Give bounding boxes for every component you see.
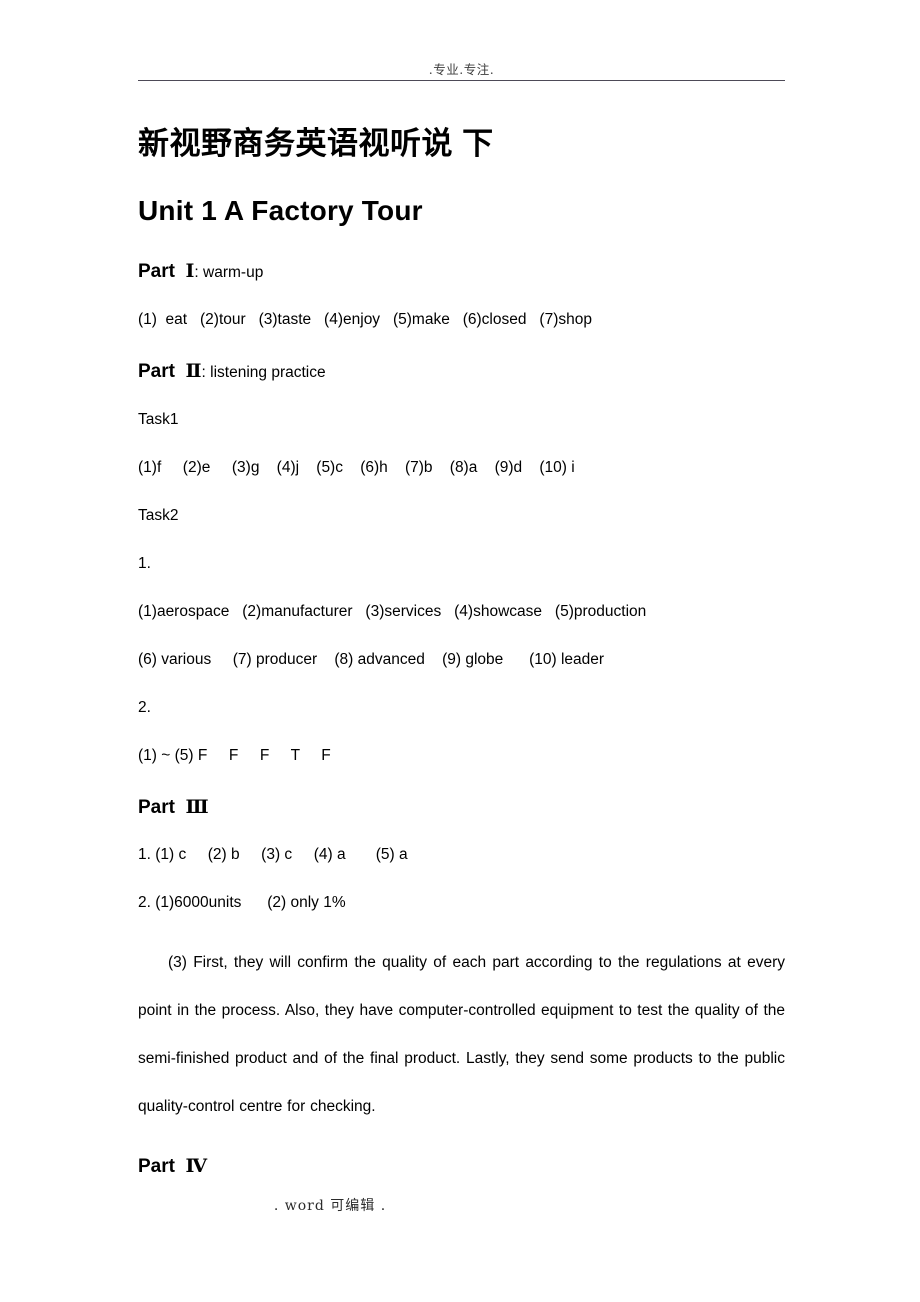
part-1-heading: Part Ⅰ: warm-up <box>138 256 785 288</box>
part-4-numeral: Ⅳ <box>185 1155 208 1177</box>
part-3-numeral: Ⅲ <box>185 796 209 818</box>
task-2-item-2-number: 2. <box>138 699 151 716</box>
page-footer: . word 可编辑 . <box>0 1196 920 1216</box>
page-header: .专业.专注. <box>138 62 785 89</box>
part-3-heading: Part Ⅲ <box>138 792 785 823</box>
header-text: .专业.专注. <box>428 62 495 77</box>
task-1-label: Task1 <box>138 411 179 428</box>
document-body: 新视野商务英语视听说 下 Unit 1 A Factory Tour Part … <box>138 118 785 1202</box>
document-page: .专业.专注. 新视野商务英语视听说 下 Unit 1 A Factory To… <box>0 0 920 1302</box>
task-1-answers: (1)f (2)e (3)g (4)j (5)c (6)h (7)b (8)a … <box>138 459 575 476</box>
part-2-heading: Part Ⅱ: listening practice <box>138 356 785 388</box>
part-1-answers: (1) eat (2)tour (3)taste (4)enjoy (5)mak… <box>138 311 592 328</box>
document-title-english: Unit 1 A Factory Tour <box>138 195 423 226</box>
part-4-heading: Part Ⅳ <box>138 1151 785 1182</box>
task-2-item-1-number: 1. <box>138 555 151 572</box>
document-title-chinese: 新视野商务英语视听说 下 <box>138 126 494 161</box>
part-3-line-1: 1. (1) c (2) b (3) c (4) a (5) a <box>138 846 408 863</box>
task-2-item-2-line-1: (1) ~ (5) F F F T F <box>138 747 331 764</box>
part-2-numeral: Ⅱ <box>185 360 202 382</box>
part-2-subtitle: : listening practice <box>201 364 326 381</box>
part-3-label: Part <box>138 797 175 818</box>
part-1-label: Part <box>138 261 175 282</box>
task-2-item-1-line-2: (6) various (7) producer (8) advanced (9… <box>138 651 605 668</box>
task-2-item-1-line-1: (1)aerospace (2)manufacturer (3)services… <box>138 603 647 620</box>
part-1-subtitle: : warm-up <box>194 264 264 281</box>
part-3-line-2: 2. (1)6000units (2) only 1% <box>138 894 346 911</box>
footer-text: . word 可编辑 . <box>273 1198 387 1214</box>
task-2-label: Task2 <box>138 507 179 524</box>
header-divider <box>138 80 785 81</box>
part-2-label: Part <box>138 361 175 382</box>
part-3-paragraph: (3) First, they will confirm the quality… <box>138 954 785 1115</box>
part-4-label: Part <box>138 1156 175 1177</box>
